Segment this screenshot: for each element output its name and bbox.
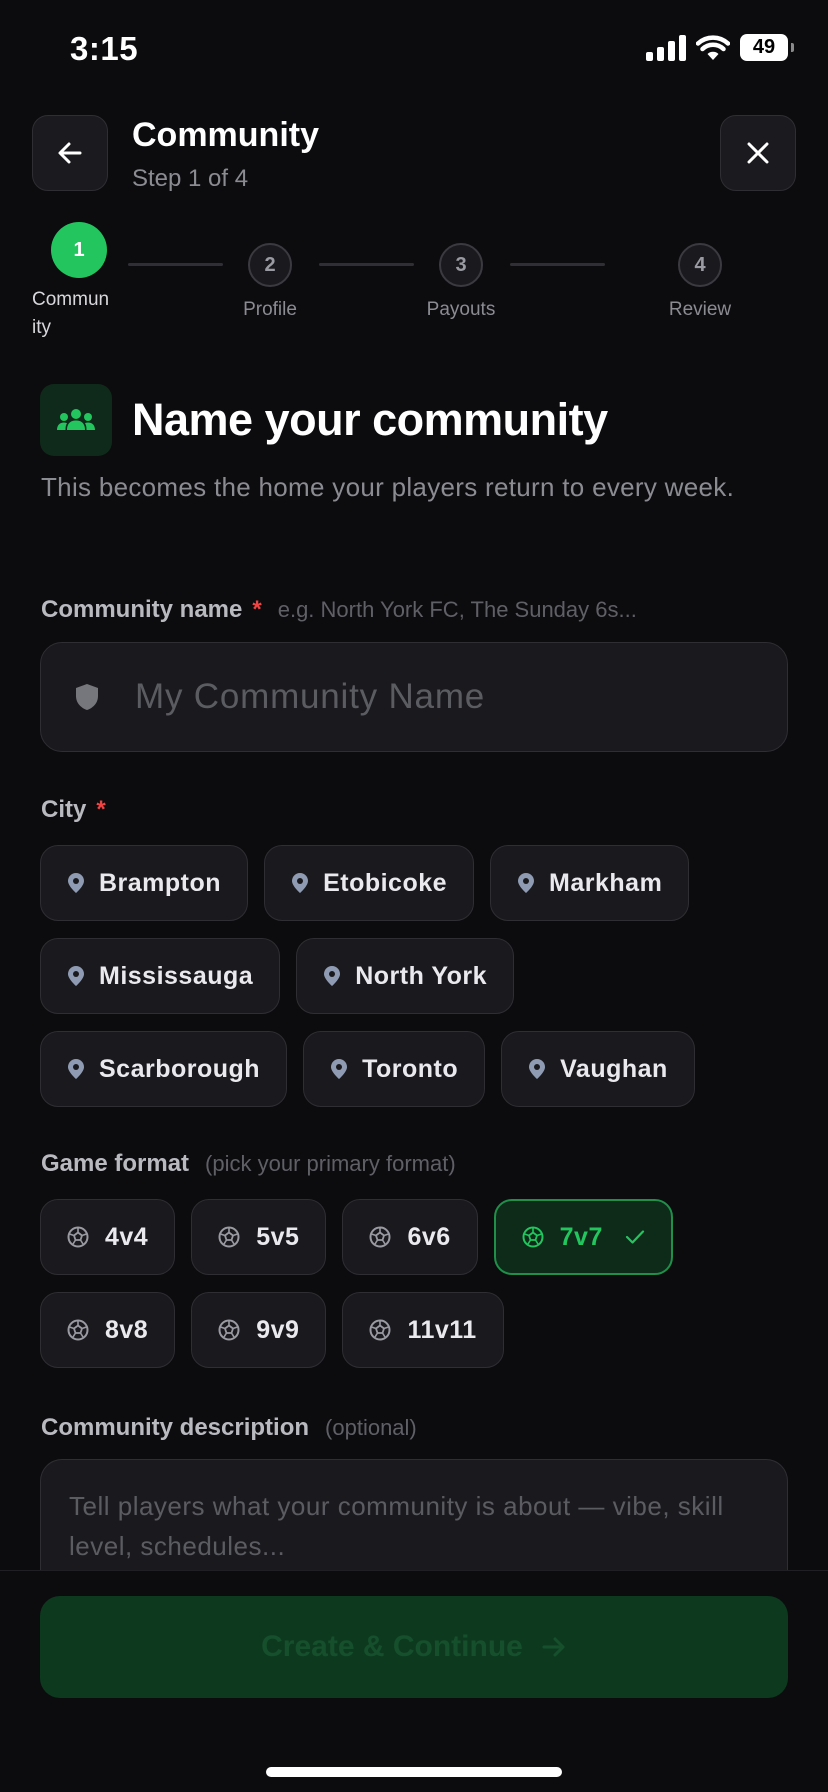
check-icon xyxy=(625,1229,645,1245)
soccer-ball-icon xyxy=(522,1226,544,1248)
soccer-ball-icon xyxy=(369,1319,391,1341)
format-chip-label: 11v11 xyxy=(407,1315,477,1344)
required-mark: * xyxy=(252,596,262,623)
step-1-circle: 1 xyxy=(51,222,107,278)
group-icon xyxy=(57,409,95,430)
required-mark: * xyxy=(96,796,106,823)
format-chip-11v11[interactable]: 11v11 xyxy=(342,1292,504,1368)
city-chip-north-york[interactable]: North York xyxy=(296,938,515,1014)
city-chip-label: Mississauga xyxy=(99,961,254,990)
step-connector xyxy=(510,263,605,266)
city-chip-toronto[interactable]: Toronto xyxy=(303,1031,486,1107)
format-chip-7v7[interactable]: 7v7 xyxy=(493,1199,673,1275)
step-3-label: Payouts xyxy=(426,299,496,320)
step-4[interactable]: 4 Review xyxy=(650,243,750,321)
city-chip-label: Markham xyxy=(549,868,663,897)
step-4-label: Review xyxy=(668,299,732,320)
city-chip-label: Etobicoke xyxy=(323,868,448,897)
step-connector xyxy=(128,263,223,266)
arrow-right-icon xyxy=(542,1637,565,1657)
city-chip-scarborough[interactable]: Scarborough xyxy=(40,1031,288,1107)
wifi-icon xyxy=(696,34,730,60)
page-subtitle: Step 1 of 4 xyxy=(132,165,249,192)
game-format-label: Game format (pick your primary format) xyxy=(41,1150,456,1177)
section-subtitle: This becomes the home your players retur… xyxy=(41,472,735,502)
map-pin-icon xyxy=(291,872,309,894)
soccer-ball-icon xyxy=(218,1319,240,1341)
format-chip-label: 4v4 xyxy=(105,1222,149,1251)
city-chip-brampton[interactable]: Brampton xyxy=(40,845,249,921)
map-pin-icon xyxy=(528,1058,546,1080)
city-chip-mississauga[interactable]: Mississauga xyxy=(40,938,281,1014)
shield-icon xyxy=(76,684,98,710)
close-button[interactable] xyxy=(720,115,796,191)
battery-indicator: 49 xyxy=(740,34,794,61)
format-chip-9v9[interactable]: 9v9 xyxy=(191,1292,327,1368)
description-input[interactable] xyxy=(69,1486,759,1583)
step-2[interactable]: 2 Profile xyxy=(220,243,320,321)
map-pin-icon xyxy=(330,1058,348,1080)
description-label: Community description (optional) xyxy=(41,1414,417,1441)
description-hint: (optional) xyxy=(325,1415,417,1440)
close-icon xyxy=(747,142,769,164)
game-format-hint: (pick your primary format) xyxy=(205,1151,456,1176)
community-name-hint: e.g. North York FC, The Sunday 6s... xyxy=(277,597,637,622)
map-pin-icon xyxy=(67,1058,85,1080)
step-1-label: Commun ity xyxy=(32,289,110,338)
status-time: 3:15 xyxy=(70,30,139,67)
format-chip-6v6[interactable]: 6v6 xyxy=(342,1199,478,1275)
city-chip-label: North York xyxy=(355,961,488,990)
soccer-ball-icon xyxy=(369,1226,391,1248)
soccer-ball-icon xyxy=(218,1226,240,1248)
step-connector xyxy=(319,263,414,266)
format-chip-8v8[interactable]: 8v8 xyxy=(40,1292,176,1368)
format-chip-label: 7v7 xyxy=(559,1222,603,1251)
city-chip-markham[interactable]: Markham xyxy=(490,845,690,921)
community-name-field[interactable] xyxy=(40,642,788,752)
create-continue-label: Create & Continue xyxy=(261,1630,523,1663)
format-chip-label: 9v9 xyxy=(256,1315,300,1344)
city-chip-label: Toronto xyxy=(362,1054,459,1083)
map-pin-icon xyxy=(517,872,535,894)
step-3-circle: 3 xyxy=(439,243,483,287)
format-chip-label: 6v6 xyxy=(407,1222,451,1251)
city-options: Brampton Etobicoke Markham Mississauga North… xyxy=(40,845,760,1107)
community-icon-tile xyxy=(40,384,112,456)
home-indicator xyxy=(266,1767,562,1777)
arrow-left-icon xyxy=(58,142,82,164)
format-chip-4v4[interactable]: 4v4 xyxy=(40,1199,176,1275)
step-1[interactable]: 1 Commun ity xyxy=(32,222,126,342)
step-4-circle: 4 xyxy=(678,243,722,287)
signal-icon xyxy=(646,34,686,61)
community-name-input[interactable] xyxy=(135,677,695,717)
status-icons: 49 xyxy=(646,34,794,61)
step-2-label: Profile xyxy=(243,299,297,320)
soccer-ball-icon xyxy=(67,1226,89,1248)
section-title: Name your community xyxy=(132,394,608,445)
city-chip-label: Vaughan xyxy=(560,1054,668,1083)
city-chip-vaughan[interactable]: Vaughan xyxy=(501,1031,695,1107)
page-title: Community xyxy=(132,116,319,154)
soccer-ball-icon xyxy=(67,1319,89,1341)
status-bar: 3:15 49 xyxy=(0,0,828,100)
back-button[interactable] xyxy=(32,115,108,191)
step-3[interactable]: 3 Payouts xyxy=(406,243,516,321)
city-label: City * xyxy=(41,796,106,823)
create-continue-button[interactable]: Create & Continue xyxy=(40,1596,788,1698)
city-chip-label: Brampton xyxy=(99,868,222,897)
game-format-options: 4v4 5v5 6v6 7v7 8v8 9v9 11v11 xyxy=(40,1199,740,1368)
map-pin-icon xyxy=(323,965,341,987)
format-chip-5v5[interactable]: 5v5 xyxy=(191,1199,327,1275)
city-chip-label: Scarborough xyxy=(99,1054,261,1083)
format-chip-label: 5v5 xyxy=(256,1222,300,1251)
map-pin-icon xyxy=(67,965,85,987)
format-chip-label: 8v8 xyxy=(105,1315,149,1344)
step-2-circle: 2 xyxy=(248,243,292,287)
map-pin-icon xyxy=(67,872,85,894)
city-chip-etobicoke[interactable]: Etobicoke xyxy=(264,845,475,921)
community-name-label: Community name * e.g. North York FC, The… xyxy=(41,596,637,623)
